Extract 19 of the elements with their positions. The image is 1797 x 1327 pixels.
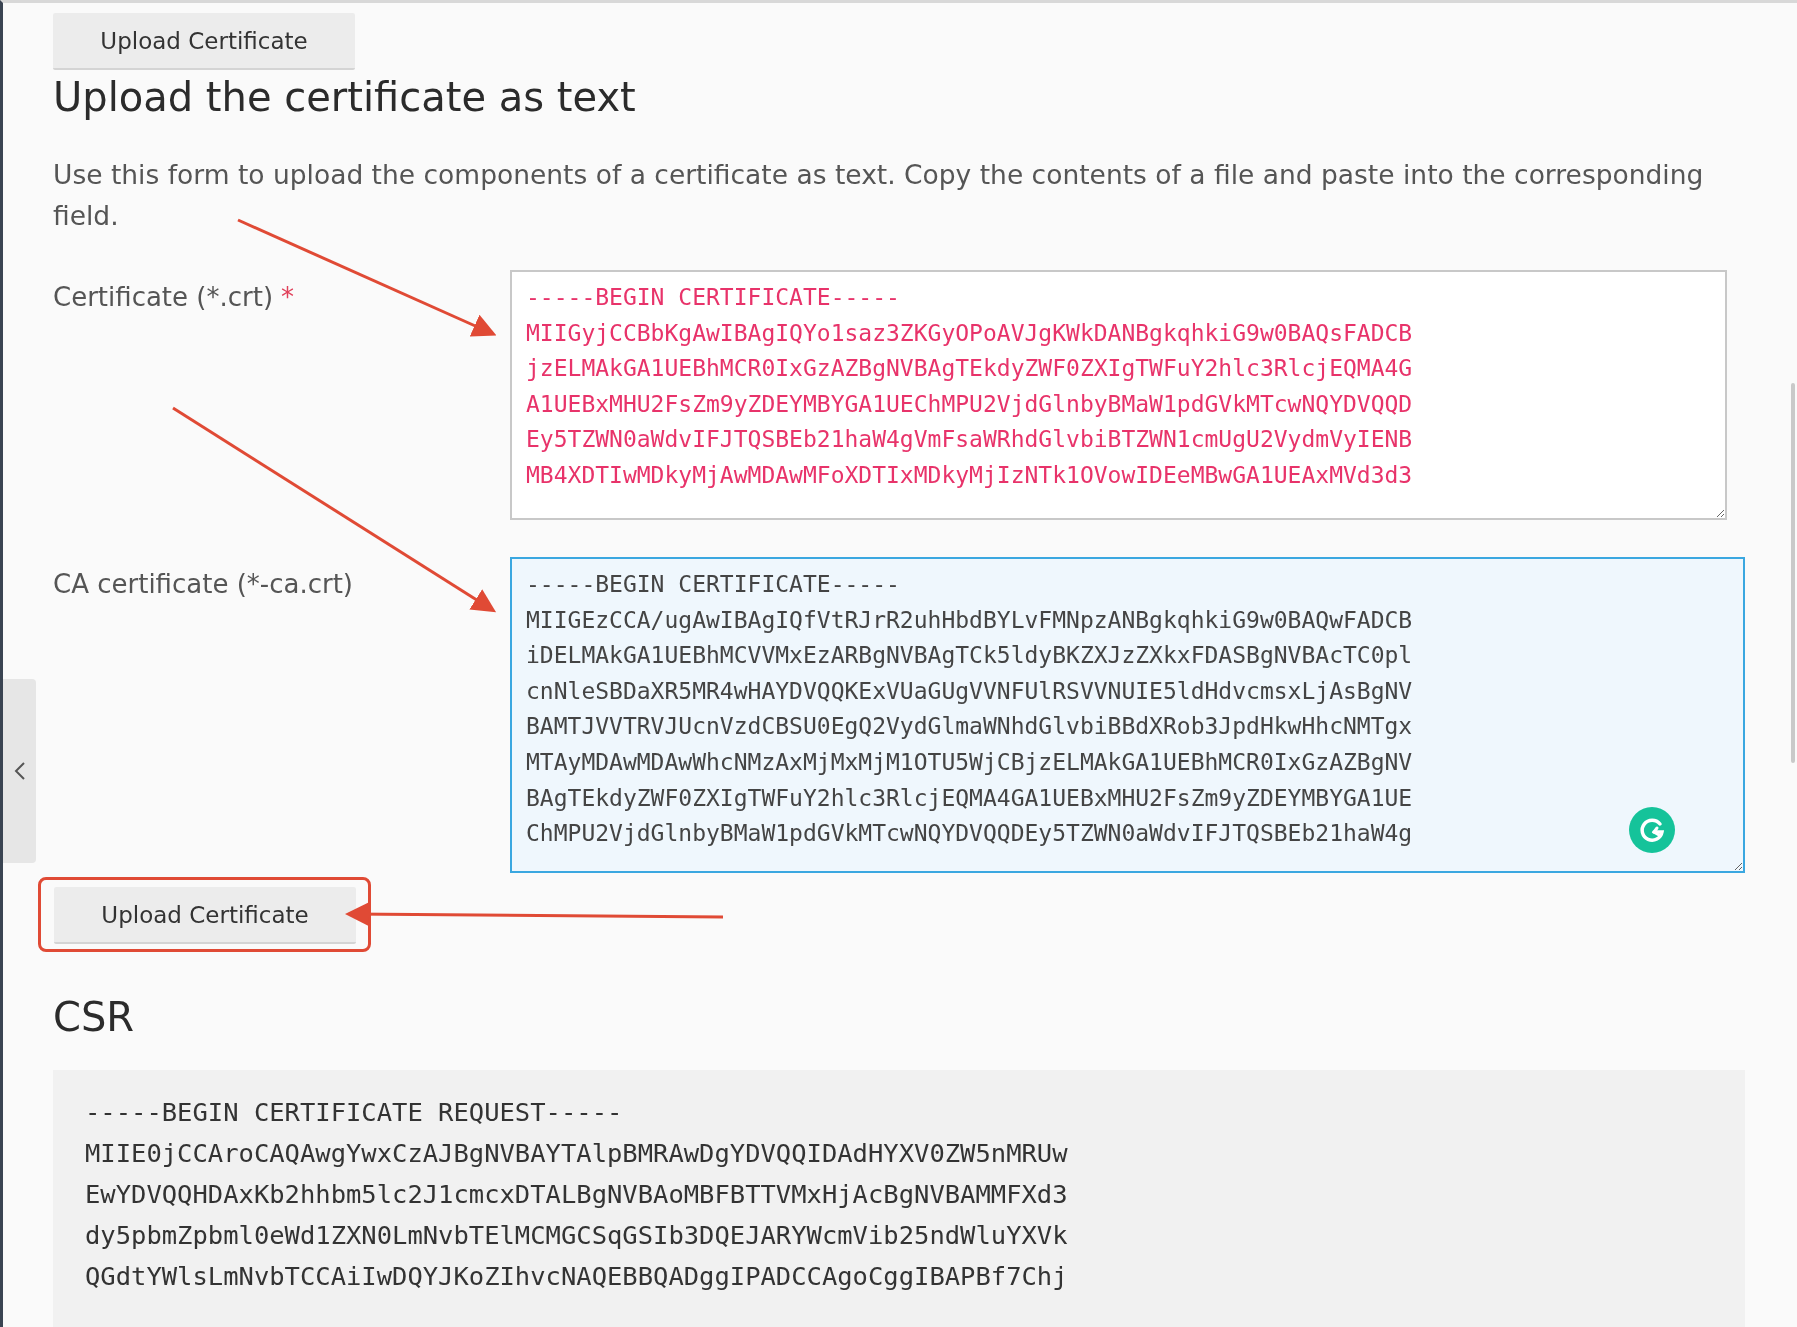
field-label: Certificate (*.crt) *	[53, 282, 295, 312]
csr-code-line: EwYDVQQHDAxKb2hhbm5lc2J1cmcxDTALBgNVBAoMBFBTTVMxHjAcBgNVBAMMFXd3	[85, 1178, 1069, 1211]
csr-code-line: MIIE0jCCAroCAQAwgYwxCzAJBgNVBAYTAlpBMRAwDgYDVQQIDAdHYXV0ZW5nMRUw	[85, 1137, 1069, 1170]
grammar-assistant-icon[interactable]	[1629, 807, 1675, 853]
csr-heading: CSR	[53, 994, 136, 1040]
collapse-tab[interactable]	[3, 679, 36, 863]
csr-code-line: dy5pbmZpbml0eWd1ZXN0LmNvbTElMCMGCSqGSIb3DQEJARYWcmVib25ndWluYXVk	[85, 1219, 1069, 1252]
csr-code-line: -----BEGIN CERTIFICATE REQUEST-----	[85, 1096, 624, 1129]
csr-code-line: QGdtYWlsLmNvbTCCAiIwDQYJKoZIhvcNAQEBBQADggIPADCCAgoCggIBAPBf7Chj	[85, 1260, 1069, 1293]
page-scrollbar[interactable]	[1791, 383, 1795, 763]
upload-certificate-button[interactable]: Upload Certificate	[54, 887, 356, 944]
certificate-text-field[interactable]: -----BEGIN CERTIFICATE----- MIIGEzCCA/ugAwIBAgIQfVtRJrR2uhHbdBYLvFMNpzANBgkqhkiG9w0BAQwFADCB iDELMAkGA1UEBhMCVVMxEzARBgNVBAgTCk5ldyBKZXJzZXkxFDASBgNVBAcTC0pl cnNleSBDaXR5MR4wHAYDVQQKExVUaGUgVVNFUlRSVVNUIE5ldHdvcmsxLjAsBgNV BAMTJVVTRVJUcnVzdCBSU0EgQ2VydGlmaWNhdGlvbiBBdXRob3JpdHkwHhcNMTgx MTAyMDAwMDAwWhcNMzAxMjMxMjM1OTU5WjCBjzELMAkGA1UEBhMCR0IxGzAZBgNV BAgTEkdyZWF0ZXIgTWFuY2hlc3RlcjEQMA4GA1UEBxMHU2FsZm9yZDEYMBYGA1UE ChMPU2VjdGlnbyBMaW1pdGVkMTcwNQYDVQQDEy5TZWN0aWdvIFJTQSBEb21haW4g	[510, 557, 1745, 873]
field-label: CA certificate (*-ca.crt)	[53, 569, 353, 599]
description-text: Use this form to upload the components of a certificate as text. Copy the contents of a file and paste into the corresponding field.	[53, 158, 1705, 233]
certificate-text-field[interactable]: -----BEGIN CERTIFICATE----- MIIGyjCCBbKgAwIBAgIQYo1saz3ZKGyOPoAVJgKWkDANBgkqhkiG9w0BAQsFADCB jzELMAkGA1UEBhMCR0IxGzAZBgNVBAgTEkdyZWF0ZXIgTWFuY2hlc3RlcjEQMA4G A1UEBxMHU2FsZm9yZDEYMBYGA1UEChMPU2VjdGlnbyBMaW1pdGVkMTcwNQYDVQQD Ey5TZWN0aWdvIFJTQSBEb21haW4gVmFsaWRhdGlvbiBTZWN1cmUgU2VydmVyIENB MB4XDTIwMDkyMjAwMDAwMFoXDTIxMDkyMjIzNTk1OVowIDEeMBwGA1UEAxMVd3d3	[510, 270, 1727, 520]
chevron-left-icon	[13, 761, 26, 781]
required-mark: *	[281, 282, 295, 312]
section-heading: Upload the certificate as text	[53, 74, 637, 120]
upload-certificate-button[interactable]: Upload Certificate	[53, 13, 355, 70]
